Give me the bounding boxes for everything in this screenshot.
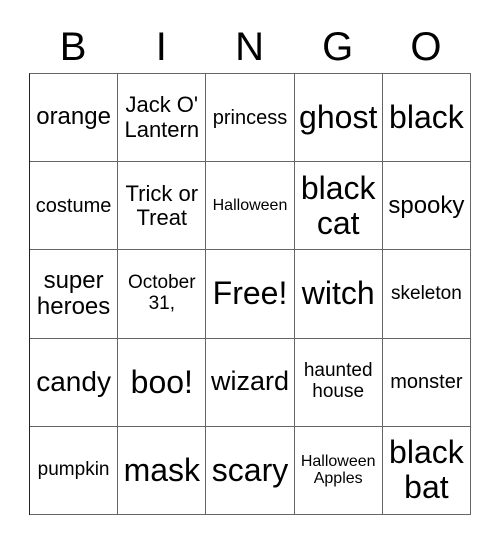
bingo-cell[interactable]: super heroes xyxy=(30,250,119,339)
bingo-cell[interactable]: costume xyxy=(30,162,119,251)
bingo-grid: orange Jack O' Lantern princess ghost black c… xyxy=(29,73,471,515)
bingo-cell[interactable]: skeleton xyxy=(382,250,471,339)
header-letter-g: G xyxy=(322,25,354,69)
header-letter-b: B xyxy=(59,25,87,69)
bingo-cell[interactable]: pumpkin xyxy=(30,426,119,515)
bingo-cell[interactable]: Jack O' Lantern xyxy=(118,74,207,163)
bingo-cell[interactable]: princess xyxy=(206,74,295,163)
free-space[interactable]: Free! xyxy=(206,250,295,339)
bingo-cell[interactable]: spooky xyxy=(382,162,471,251)
bingo-cell[interactable]: Halloween xyxy=(206,162,295,251)
bingo-cell[interactable]: scary xyxy=(206,426,295,515)
bingo-cell[interactable]: ghost xyxy=(294,74,383,163)
bingo-cell[interactable]: black xyxy=(382,74,471,163)
bingo-header: B I N G O xyxy=(29,22,470,72)
bingo-cell[interactable]: boo! xyxy=(118,338,207,427)
bingo-cell[interactable]: wizard xyxy=(206,338,295,427)
bingo-cell[interactable]: October 31, xyxy=(118,250,207,339)
header-letter-o: O xyxy=(410,25,442,69)
bingo-cell[interactable]: Halloween Apples xyxy=(294,426,383,515)
header-letter-n: N xyxy=(235,25,264,69)
bingo-cell[interactable]: orange xyxy=(30,74,119,163)
bingo-cell[interactable]: candy xyxy=(30,338,119,427)
bingo-cell[interactable]: black cat xyxy=(294,162,383,251)
bingo-cell[interactable]: Trick or Treat xyxy=(118,162,207,251)
bingo-cell[interactable]: monster xyxy=(382,338,471,427)
bingo-cell[interactable]: mask xyxy=(118,426,207,515)
header-letter-i: I xyxy=(155,25,167,69)
bingo-cell[interactable]: black bat xyxy=(382,426,471,515)
bingo-cell[interactable]: haunted house xyxy=(294,338,383,427)
bingo-cell[interactable]: witch xyxy=(294,250,383,339)
